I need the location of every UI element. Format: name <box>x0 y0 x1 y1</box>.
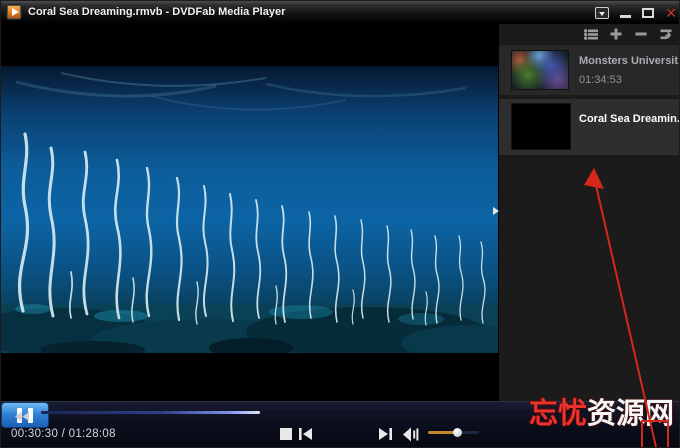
window-controls: ✕ <box>595 6 677 20</box>
playlist-item-thumbnail <box>511 50 569 90</box>
add-file-icon[interactable] <box>609 28 623 40</box>
time-display: 00:30:30 / 01:28:08 <box>11 428 116 440</box>
garden-eels <box>18 132 486 326</box>
close-button[interactable]: ✕ <box>665 6 677 20</box>
remove-file-icon[interactable] <box>634 28 648 40</box>
volume-fill <box>428 428 463 437</box>
playlist-item[interactable]: Monsters Universit... 01:34:53 <box>499 45 680 95</box>
previous-button[interactable] <box>297 426 313 442</box>
watermark: 忘忧资源网 <box>528 396 674 430</box>
watermark-red-text: 忘忧 <box>528 396 587 430</box>
playlist-item-thumbnail <box>511 103 571 150</box>
playlist-item-duration: 01:34:53 <box>579 74 622 86</box>
next-button[interactable] <box>377 426 393 442</box>
playlist-item[interactable]: Coral Sea Dreamin... <box>499 99 680 155</box>
playlist-item-title: Coral Sea Dreamin... <box>579 113 680 125</box>
volume-slider[interactable] <box>428 428 479 437</box>
window-title: Coral Sea Dreaming.rmvb - DVDFab Media P… <box>28 6 286 18</box>
chevron-down-icon <box>599 12 606 16</box>
app-logo-icon <box>6 4 22 20</box>
minimize-button[interactable] <box>620 15 632 18</box>
volume-knob[interactable] <box>453 428 463 437</box>
playlist-toolbar <box>584 28 673 40</box>
video-frame <box>1 66 498 353</box>
video-pane[interactable] <box>1 24 499 401</box>
rewind-icon[interactable] <box>14 408 29 426</box>
media-player-window: Coral Sea Dreaming.rmvb - DVDFab Media P… <box>0 0 680 448</box>
watermark-white-text: 资源网 <box>586 396 674 430</box>
seek-progress <box>41 411 260 414</box>
main-area: Monsters Universit... 01:34:53 Coral Sea… <box>1 24 680 401</box>
playlist-view-icon[interactable] <box>584 28 598 40</box>
playlist-item-title: Monsters Universit... <box>579 55 680 67</box>
title-bar: Coral Sea Dreaming.rmvb - DVDFab Media P… <box>1 1 679 24</box>
maximize-button[interactable] <box>642 8 655 18</box>
play-order-icon[interactable] <box>659 28 673 40</box>
underwater-scene-art <box>1 72 498 353</box>
playlist-panel: Monsters Universit... 01:34:53 Coral Sea… <box>499 24 680 401</box>
window-menu-button[interactable] <box>595 7 610 19</box>
stop-button[interactable] <box>279 427 293 441</box>
volume-icon[interactable] <box>402 426 420 442</box>
